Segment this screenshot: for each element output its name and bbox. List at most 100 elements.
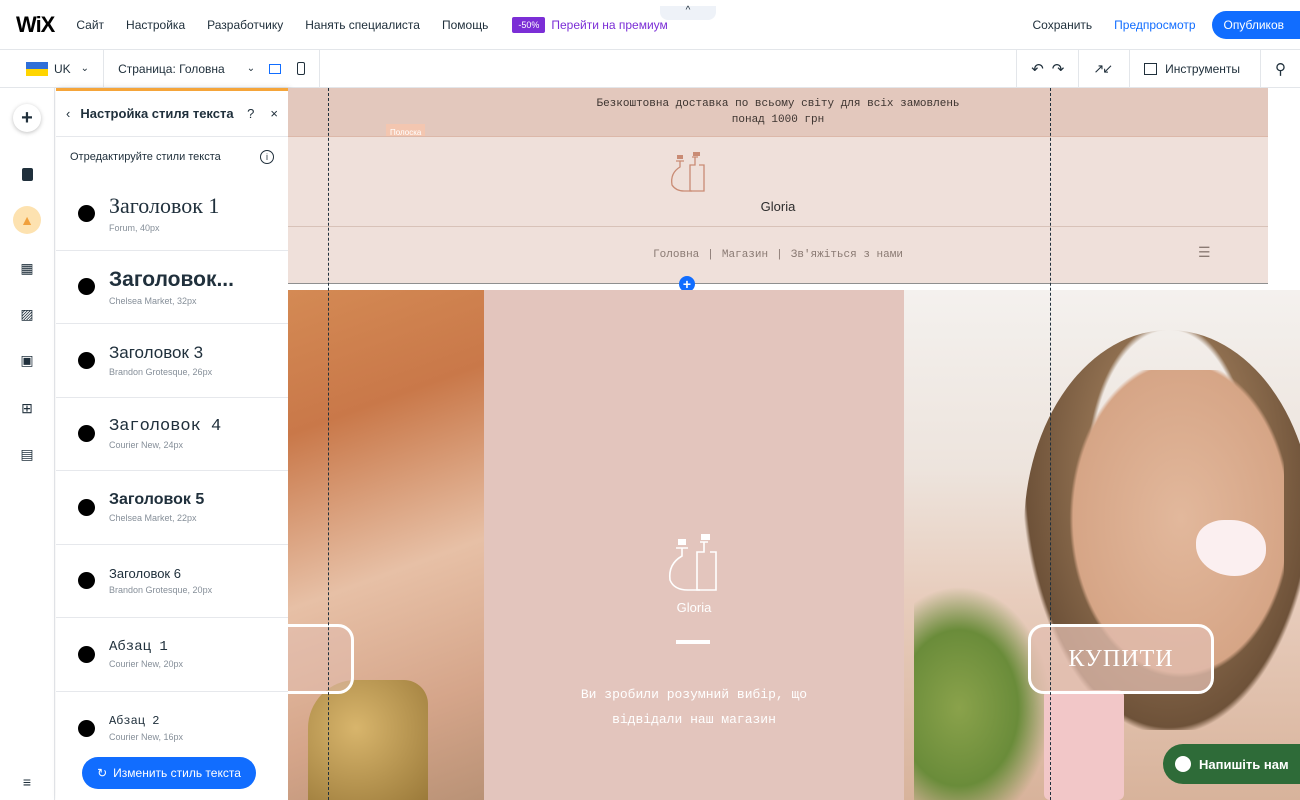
- chat-label: Напишіть нам: [1199, 756, 1289, 772]
- change-text-style-button[interactable]: ↻ Изменить стиль текста: [82, 757, 256, 789]
- center-tagline: Ви зробили розумний вибір, що відвідали …: [580, 687, 808, 727]
- wix-logo[interactable]: WiX: [16, 12, 55, 38]
- zoom-out-icon[interactable]: ↗↙: [1093, 61, 1113, 77]
- help-icon[interactable]: ?: [247, 106, 254, 121]
- style-item-heading-6[interactable]: Заголовок 6 Brandon Grotesque, 20px: [56, 545, 288, 618]
- toolbar-divider: [1078, 50, 1080, 88]
- panel-subtitle: Отредактируйте стили текста: [70, 151, 221, 163]
- style-item-heading-4[interactable]: Заголовок 4 Courier New, 24px: [56, 398, 288, 471]
- left-rail: + ▲ ▦ ▨ ▣ ⊞ ▤ ≡: [0, 88, 55, 800]
- language-selector[interactable]: UK: [54, 62, 71, 76]
- style-item-text: Заголовок 5 Chelsea Market, 22px: [109, 491, 259, 523]
- business-apps-icon[interactable]: ▨: [13, 300, 41, 328]
- site-header[interactable]: Gloria: [288, 136, 1268, 226]
- menu-help[interactable]: Помощь: [442, 18, 488, 32]
- preview-button[interactable]: Предпросмотр: [1114, 18, 1195, 32]
- wix-editor: WiX Сайт Настройка Разработчику Нанять с…: [0, 0, 1300, 800]
- nav-shop[interactable]: Магазин: [722, 249, 768, 261]
- add-elements-icon[interactable]: +: [13, 104, 41, 132]
- cart-icon[interactable]: ☰: [1198, 245, 1211, 262]
- center-promo-block[interactable]: Gloria Ви зробили розумний вибір, що від…: [484, 290, 904, 800]
- chevron-down-icon[interactable]: ⌄: [81, 63, 89, 74]
- page-selector[interactable]: Страница: Головна: [118, 62, 225, 76]
- site-design-icon[interactable]: ▲: [13, 206, 41, 234]
- pages-icon[interactable]: [13, 160, 41, 188]
- style-item-text: Заголовок 4 Courier New, 24px: [109, 417, 259, 450]
- chat-button[interactable]: Напишіть нам: [1163, 744, 1300, 784]
- style-item-heading-3[interactable]: Заголовок 3 Brandon Grotesque, 26px: [56, 324, 288, 398]
- toolbar-divider: [319, 49, 321, 88]
- style-item-text: Абзац 2 Courier New, 16px: [109, 714, 259, 742]
- text-style-panel: ‹ Настройка стиля текста ? × Отредактиру…: [56, 88, 288, 800]
- menu-settings[interactable]: Настройка: [126, 18, 185, 32]
- tools-button[interactable]: Инструменты: [1165, 62, 1240, 76]
- style-name: Абзац 2: [109, 714, 160, 729]
- upgrade-link[interactable]: Перейти на премиум: [551, 18, 667, 32]
- save-button[interactable]: Сохранить: [1033, 18, 1093, 32]
- collapse-toolbar-tab[interactable]: ^: [660, 6, 716, 20]
- menu-site[interactable]: Сайт: [76, 18, 104, 32]
- announcement-bar[interactable]: Безкоштовна доставка по всьому світу для…: [288, 88, 1268, 142]
- cms-icon[interactable]: ⊞: [13, 394, 41, 422]
- style-item-heading-5[interactable]: Заголовок 5 Chelsea Market, 22px: [56, 471, 288, 545]
- discount-badge: -50%: [512, 16, 546, 33]
- nav-contact[interactable]: Зв'яжіться з нами: [791, 249, 903, 261]
- publish-button[interactable]: Опубликов: [1211, 11, 1300, 39]
- back-icon[interactable]: ‹: [66, 106, 70, 121]
- buy-button-left[interactable]: ТИ: [288, 624, 354, 694]
- apps-icon[interactable]: ▦: [13, 254, 41, 282]
- style-item-heading-1[interactable]: Заголовок 1 Forum, 40px: [56, 177, 288, 251]
- nav-home[interactable]: Головна: [653, 249, 699, 261]
- ukraine-flag-icon[interactable]: [26, 61, 48, 76]
- buy-button-right[interactable]: КУПИТИ: [1028, 624, 1214, 694]
- grid-guide-line: [1050, 88, 1051, 800]
- style-meta: Brandon Grotesque, 26px: [109, 367, 213, 378]
- style-item-paragraph-1[interactable]: Абзац 1 Courier New, 20px: [56, 618, 288, 692]
- layers-icon[interactable]: ≡: [13, 768, 41, 796]
- style-name: Заголовок 6: [109, 566, 181, 582]
- toolbar-divider: [1016, 50, 1018, 88]
- media-icon[interactable]: ▣: [13, 346, 41, 374]
- close-icon[interactable]: ×: [270, 106, 278, 121]
- desktop-view-icon[interactable]: [269, 63, 282, 74]
- style-meta: Courier New, 20px: [109, 659, 184, 670]
- nav-divider: |: [707, 249, 714, 261]
- color-dot-icon: [78, 204, 95, 222]
- top-bar-actions: Сохранить Предпросмотр Опубликов: [1033, 0, 1300, 50]
- redo-icon[interactable]: ↷: [1052, 60, 1065, 78]
- tools-icon[interactable]: [1144, 63, 1158, 75]
- style-name: Заголовок...: [109, 267, 234, 291]
- panel-header: ‹ Настройка стиля текста ? ×: [56, 91, 288, 137]
- style-item-text: Заголовок 6 Brandon Grotesque, 20px: [109, 566, 259, 595]
- menu-developer[interactable]: Разработчику: [207, 18, 283, 32]
- color-dot-icon: [78, 351, 95, 369]
- upgrade-promo[interactable]: -50% Перейти на премиум: [512, 16, 668, 33]
- refresh-icon: ↻: [97, 766, 108, 780]
- style-item-paragraph-2[interactable]: Абзац 2 Courier New, 16px: [56, 692, 288, 766]
- change-text-style-label: Изменить стиль текста: [113, 766, 241, 780]
- undo-icon[interactable]: ↶: [1031, 60, 1044, 78]
- info-icon[interactable]: i: [260, 150, 274, 164]
- center-brand-name: Gloria: [676, 600, 712, 615]
- color-dot-icon: [78, 425, 95, 443]
- mobile-view-icon[interactable]: [297, 62, 306, 75]
- store-icon[interactable]: ▤: [13, 440, 41, 468]
- style-meta: Forum, 40px: [109, 223, 160, 234]
- search-icon[interactable]: ⚲: [1275, 60, 1286, 78]
- style-meta: Courier New, 24px: [109, 440, 184, 451]
- editor-canvas[interactable]: Безкоштовна доставка по всьому світу для…: [288, 88, 1300, 800]
- style-name: Заголовок 1: [109, 193, 220, 219]
- nav-divider: |: [776, 249, 783, 261]
- editor-toolbar: UK ⌄ Страница: Головна ⌄ ↶ ↷ ↗↙ Инструме…: [0, 49, 1300, 88]
- menu-hire-expert[interactable]: Нанять специалиста: [305, 18, 420, 32]
- style-item-text: Заголовок 3 Brandon Grotesque, 26px: [109, 343, 259, 377]
- style-item-heading-2[interactable]: Заголовок... Chelsea Market, 32px: [56, 251, 288, 324]
- left-photo[interactable]: [288, 290, 484, 800]
- style-item-text: Заголовок 1 Forum, 40px: [109, 193, 259, 233]
- style-name: Заголовок 3: [109, 343, 204, 363]
- style-meta: Chelsea Market, 32px: [109, 295, 197, 306]
- top-bar: WiX Сайт Настройка Разработчику Нанять с…: [0, 0, 1300, 50]
- style-meta: Courier New, 16px: [109, 732, 184, 743]
- right-photo[interactable]: [904, 290, 1300, 800]
- chevron-down-icon[interactable]: ⌄: [247, 63, 255, 74]
